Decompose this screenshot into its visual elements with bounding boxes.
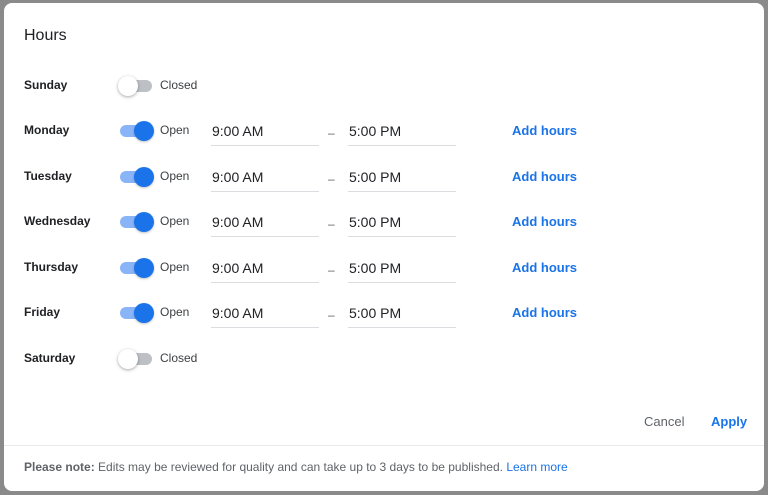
close-time-field[interactable]: 5:00 PM [348, 297, 456, 328]
add-hours-link[interactable]: Add hours [512, 214, 577, 229]
time-separator: – [328, 217, 335, 231]
day-status: Open [160, 260, 190, 274]
close-time-field[interactable]: 5:00 PM [348, 161, 456, 192]
add-hours-link[interactable]: Add hours [512, 260, 577, 275]
day-status: Open [160, 169, 190, 183]
day-label: Wednesday [24, 214, 91, 228]
sunday-toggle[interactable] [118, 76, 154, 96]
day-status: Open [160, 214, 190, 228]
open-time-field[interactable]: 9:00 AM [211, 206, 319, 237]
dialog-title: Hours [24, 27, 67, 44]
day-status: Open [160, 123, 190, 137]
day-row-tuesday: Tuesday Open 9:00 AM – 5:00 PM Add hours [4, 161, 764, 193]
learn-more-link[interactable]: Learn more [506, 460, 567, 474]
day-status: Open [160, 305, 190, 319]
day-row-sunday: Sunday Closed [4, 70, 764, 102]
close-time-field[interactable]: 5:00 PM [348, 115, 456, 146]
open-time-field[interactable]: 9:00 AM [211, 161, 319, 192]
day-label: Thursday [24, 260, 79, 274]
wednesday-toggle[interactable] [118, 212, 154, 232]
note-label: Please note: [24, 460, 95, 474]
close-time-field[interactable]: 5:00 PM [348, 206, 456, 237]
monday-toggle[interactable] [118, 121, 154, 141]
friday-toggle[interactable] [118, 303, 154, 323]
open-time-field[interactable]: 9:00 AM [211, 297, 319, 328]
close-time-field[interactable]: 5:00 PM [348, 252, 456, 283]
note-text: Edits may be reviewed for quality and ca… [98, 460, 503, 474]
day-label: Friday [24, 305, 61, 319]
day-row-monday: Monday Open 9:00 AM – 5:00 PM Add hours [4, 115, 764, 147]
day-label: Tuesday [24, 169, 72, 183]
tuesday-toggle[interactable] [118, 167, 154, 187]
add-hours-link[interactable]: Add hours [512, 169, 577, 184]
thursday-toggle[interactable] [118, 258, 154, 278]
add-hours-link[interactable]: Add hours [512, 305, 577, 320]
time-separator: – [328, 126, 335, 140]
day-label: Monday [24, 123, 70, 137]
time-separator: – [328, 308, 335, 322]
day-row-thursday: Thursday Open 9:00 AM – 5:00 PM Add hour… [4, 252, 764, 284]
time-separator: – [328, 263, 335, 277]
cancel-button[interactable]: Cancel [644, 414, 684, 429]
day-row-wednesday: Wednesday Open 9:00 AM – 5:00 PM Add hou… [4, 206, 764, 238]
time-separator: – [328, 172, 335, 186]
saturday-toggle[interactable] [118, 349, 154, 369]
add-hours-link[interactable]: Add hours [512, 123, 577, 138]
footer-divider [4, 445, 764, 446]
hours-dialog: Hours Sunday Closed Monday Open 9:00 AM … [4, 3, 764, 491]
day-status: Closed [160, 78, 198, 92]
open-time-field[interactable]: 9:00 AM [211, 252, 319, 283]
day-label: Sunday [24, 78, 68, 92]
footer-note: Please note: Edits may be reviewed for q… [24, 460, 568, 474]
apply-button[interactable]: Apply [711, 414, 747, 429]
day-row-friday: Friday Open 9:00 AM – 5:00 PM Add hours [4, 297, 764, 329]
day-row-saturday: Saturday Closed [4, 343, 764, 375]
open-time-field[interactable]: 9:00 AM [211, 115, 319, 146]
day-status: Closed [160, 351, 198, 365]
day-label: Saturday [24, 351, 76, 365]
